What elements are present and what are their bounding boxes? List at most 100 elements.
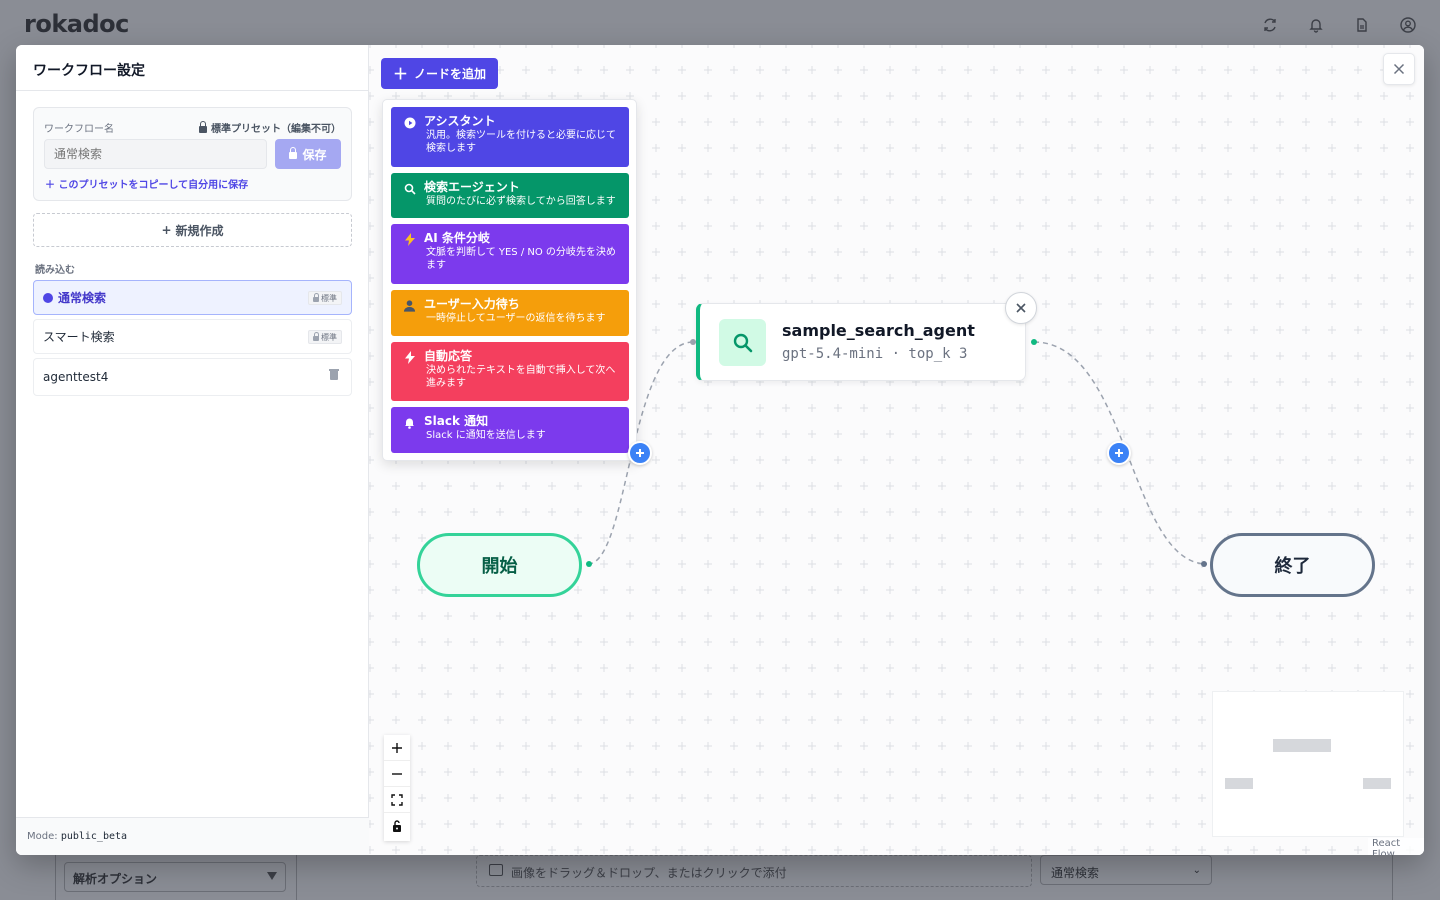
add-node-button[interactable]: ＋ ノードを追加: [381, 58, 498, 89]
insert-node-button[interactable]: [1107, 441, 1131, 465]
lock-icon: [313, 292, 319, 302]
menu-item-desc: 一時停止してユーザーの返信を待ちます: [426, 313, 606, 324]
lightning-icon: [403, 233, 416, 246]
trash-icon[interactable]: [329, 369, 339, 380]
save-label: 保存: [302, 147, 327, 162]
copy-preset-text: このプリセットをコピーして自分用に保存: [58, 180, 249, 191]
sidebar-title: ワークフロー設定: [16, 45, 368, 91]
minimap[interactable]: [1212, 691, 1404, 837]
menu-item-title: アシスタント: [424, 114, 496, 128]
menu-item-slack-notify[interactable]: Slack 通知 Slack に通知を送信します: [391, 407, 629, 453]
start-handle: [586, 561, 592, 567]
workflow-sidebar: ワークフロー設定 ワークフロー名 標準プリセット（編集不可） 保存 ＋ このプリ…: [16, 45, 369, 855]
menu-item-desc: Slack に通知を送信します: [426, 430, 546, 441]
preset-name: agenttest4: [43, 370, 109, 384]
bell-icon: [403, 416, 416, 429]
delete-node-button[interactable]: [1005, 292, 1037, 324]
agent-node-name: sample_search_agent: [782, 321, 975, 340]
react-flow-attribution[interactable]: React Flow: [1368, 838, 1424, 855]
zoom-in-button[interactable]: [384, 735, 410, 761]
agent-node[interactable]: sample_search_agent gpt-5.4-mini · top_k…: [696, 303, 1026, 381]
close-modal-button[interactable]: [1383, 53, 1415, 85]
end-node[interactable]: 終了: [1210, 533, 1375, 597]
workflow-name-panel: ワークフロー名 標準プリセット（編集不可） 保存 ＋ このプリセットをコピーして…: [33, 107, 352, 201]
menu-item-desc: 決められたテキストを自動で挿入して次へ進みます: [426, 365, 616, 389]
close-icon: [1016, 303, 1026, 313]
copy-preset-link[interactable]: ＋ このプリセットをコピーして自分用に保存: [45, 176, 248, 191]
menu-item-desc: 文脈を判断して YES / NO の分岐先を決めます: [426, 247, 616, 271]
bg-divider: [296, 855, 297, 900]
play-circle-icon: [403, 116, 416, 129]
lock-icon: [289, 147, 298, 159]
agent-output-handle: [1031, 339, 1037, 345]
menu-item-desc: 汎用。検索ツールを付けると必要に応じて検索します: [426, 130, 616, 154]
lock-icon: [199, 120, 207, 133]
mode-value: public_beta: [60, 831, 128, 842]
preset-lock-note: 標準プリセット（編集不可）: [199, 120, 341, 135]
workflow-name-label: ワークフロー名: [44, 124, 114, 135]
preset-name: スマート検索: [43, 330, 115, 344]
menu-item-user-input[interactable]: ユーザー入力待ち 一時停止してユーザーの返信を待ちます: [391, 290, 629, 336]
zoom-out-button[interactable]: [384, 761, 410, 787]
load-section-label: 読み込む: [35, 265, 75, 276]
start-node[interactable]: 開始: [417, 533, 582, 597]
plus-icon: ＋: [392, 66, 408, 83]
mode-label: Mode:: [27, 831, 58, 842]
bell-icon[interactable]: [1304, 13, 1328, 37]
search-icon: [719, 319, 766, 366]
menu-item-title: Slack 通知: [424, 414, 489, 428]
search-mode-select[interactable]: 通常検索 ⌄: [1040, 855, 1212, 885]
menu-item-ai-branch[interactable]: AI 条件分岐 文脈を判断して YES / NO の分岐先を決めます: [391, 224, 629, 284]
plus-icon: +: [161, 223, 172, 237]
person-icon: [403, 299, 416, 312]
close-icon: [1393, 63, 1405, 75]
menu-item-title: AI 条件分岐: [424, 231, 490, 245]
caret-down-icon: [267, 872, 277, 880]
refresh-icon[interactable]: [1258, 13, 1282, 37]
active-dot-icon: [43, 292, 53, 303]
plus-icon: [392, 742, 402, 753]
end-handle: [1201, 561, 1207, 567]
menu-item-desc: 質問のたびに必ず検索してから回答します: [426, 196, 616, 207]
user-circle-icon[interactable]: [1396, 13, 1420, 37]
drop-zone-text: 画像をドラッグ＆ドロップ、またはクリックで添付: [511, 866, 787, 880]
add-node-label: ノードを追加: [414, 67, 487, 81]
preset-lock-text: 標準プリセット（編集不可）: [211, 124, 341, 135]
search-icon: [403, 182, 416, 195]
fit-view-button[interactable]: [384, 787, 410, 813]
lock-toggle-button[interactable]: [384, 813, 410, 839]
image-drop-zone[interactable]: 画像をドラッグ＆ドロップ、またはクリックで添付: [476, 855, 1032, 887]
menu-item-assistant[interactable]: アシスタント 汎用。検索ツールを付けると必要に応じて検索します: [391, 107, 629, 167]
preset-item-normal-search[interactable]: 通常検索 標準: [33, 280, 352, 315]
agent-node-meta: gpt-5.4-mini · top_k 3: [782, 346, 968, 362]
standard-badge: 標準: [308, 330, 342, 344]
minus-icon: [392, 772, 402, 775]
minimap-node: [1363, 778, 1391, 789]
zoom-controls: [384, 735, 410, 841]
flow-canvas[interactable]: ＋ ノードを追加 アシスタント 汎用。検索ツールを付けると必要に応じて検索します …: [369, 45, 1424, 855]
workflow-settings-modal: ワークフロー設定 ワークフロー名 標準プリセット（編集不可） 保存 ＋ このプリ…: [16, 45, 1424, 855]
new-workflow-label: 新規作成: [175, 223, 224, 238]
analysis-option-select[interactable]: 解析オプション: [64, 862, 286, 892]
workflow-name-input[interactable]: [44, 139, 267, 169]
analysis-option-label: 解析オプション: [73, 872, 158, 886]
minimap-node: [1273, 739, 1331, 752]
app-header: rokadoc: [0, 0, 1440, 48]
document-icon[interactable]: [1350, 13, 1374, 37]
menu-item-search-agent[interactable]: 検索エージェント 質問のたびに必ず検索してから回答します: [391, 173, 629, 218]
preset-item-agenttest4[interactable]: agenttest4: [33, 358, 352, 396]
insert-node-button[interactable]: [628, 441, 652, 465]
fit-view-icon: [391, 793, 403, 806]
preset-name: 通常検索: [58, 291, 107, 305]
save-button[interactable]: 保存: [275, 139, 341, 169]
bg-divider: [1392, 855, 1393, 900]
menu-item-title: 検索エージェント: [424, 180, 520, 194]
image-icon: [489, 864, 503, 876]
new-workflow-button[interactable]: + 新規作成: [33, 213, 352, 247]
standard-badge: 標準: [308, 291, 342, 305]
menu-item-title: ユーザー入力待ち: [424, 297, 520, 311]
search-mode-label: 通常検索: [1051, 866, 1100, 880]
preset-item-smart-search[interactable]: スマート検索 標準: [33, 319, 352, 354]
menu-item-auto-reply[interactable]: 自動応答 決められたテキストを自動で挿入して次へ進みます: [391, 342, 629, 401]
menu-item-title: 自動応答: [424, 349, 473, 363]
